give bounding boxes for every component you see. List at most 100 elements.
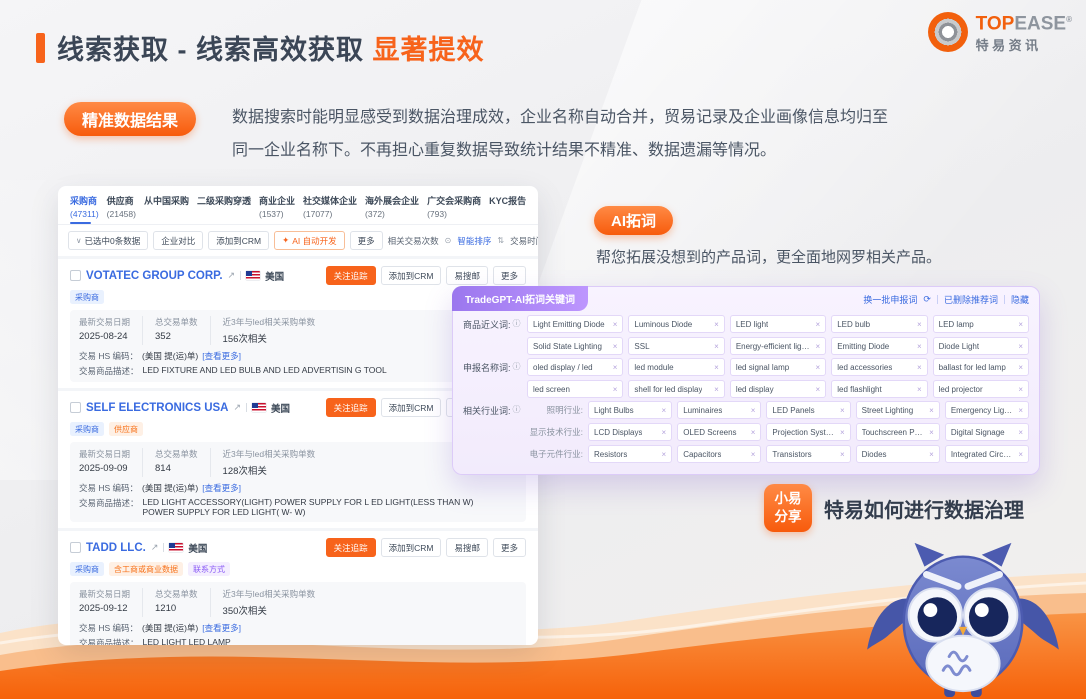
- chip-close-icon[interactable]: ×: [917, 385, 922, 394]
- email-search-button[interactable]: 易搜邮: [446, 266, 488, 285]
- keyword-chip[interactable]: LED Panels ×: [766, 401, 850, 419]
- chip-close-icon[interactable]: ×: [816, 385, 821, 394]
- chip-close-icon[interactable]: ×: [1018, 320, 1023, 329]
- chip-close-icon[interactable]: ×: [816, 363, 821, 372]
- keyword-chip[interactable]: Capacitors ×: [677, 445, 761, 463]
- chip-close-icon[interactable]: ×: [714, 363, 719, 372]
- follow-track-button[interactable]: 关注追踪: [326, 266, 376, 285]
- keyword-chip[interactable]: Diode Light ×: [933, 337, 1029, 355]
- company-name-link[interactable]: TADD LLC.: [86, 542, 146, 554]
- chip-close-icon[interactable]: ×: [929, 450, 934, 459]
- chip-close-icon[interactable]: ×: [613, 363, 618, 372]
- keyword-chip[interactable]: Resistors ×: [588, 445, 672, 463]
- chip-close-icon[interactable]: ×: [1018, 385, 1023, 394]
- keyword-chip[interactable]: LED lamp ×: [933, 315, 1029, 333]
- keyword-chip[interactable]: ballast for led lamp ×: [933, 358, 1029, 376]
- company-name-link[interactable]: VOTATEC GROUP CORP.: [86, 270, 223, 282]
- sort-related-label[interactable]: 相关交易次数: [388, 235, 439, 247]
- keyword-chip[interactable]: Solid State Lighting ×: [527, 337, 623, 355]
- keyword-chip[interactable]: led signal lamp ×: [730, 358, 826, 376]
- keyword-chip[interactable]: LED bulb ×: [831, 315, 927, 333]
- keyword-chip[interactable]: Touchscreen Panels ×: [856, 423, 940, 441]
- chip-close-icon[interactable]: ×: [816, 320, 821, 329]
- chip-close-icon[interactable]: ×: [714, 320, 719, 329]
- keyword-chip[interactable]: oled display / led ×: [527, 358, 623, 376]
- chip-close-icon[interactable]: ×: [751, 450, 756, 459]
- chip-close-icon[interactable]: ×: [1018, 450, 1023, 459]
- chip-close-icon[interactable]: ×: [662, 428, 667, 437]
- ai-auto-develop-button[interactable]: ✦ AI 自动开发: [274, 231, 345, 250]
- keyword-chip[interactable]: led projector ×: [933, 380, 1029, 398]
- result-tab[interactable]: 供应商 (21458): [107, 194, 136, 224]
- follow-track-button[interactable]: 关注追踪: [326, 398, 376, 417]
- chip-close-icon[interactable]: ×: [662, 450, 667, 459]
- keyword-chip[interactable]: Luminous Diode ×: [628, 315, 724, 333]
- result-tab[interactable]: 广交会采购商 (793): [427, 194, 481, 224]
- company-name-link[interactable]: SELF ELECTRONICS USA: [86, 402, 228, 414]
- chip-close-icon[interactable]: ×: [917, 320, 922, 329]
- result-tab[interactable]: 采购商 (47311): [70, 194, 99, 224]
- result-tab[interactable]: KYC报告: [489, 194, 526, 224]
- chip-close-icon[interactable]: ×: [613, 385, 618, 394]
- chip-close-icon[interactable]: ×: [917, 342, 922, 351]
- more-button[interactable]: 更多: [350, 231, 383, 250]
- more-button[interactable]: 更多: [493, 266, 526, 285]
- row-checkbox[interactable]: [70, 402, 81, 413]
- chip-close-icon[interactable]: ×: [613, 342, 618, 351]
- keyword-chip[interactable]: led accessories ×: [831, 358, 927, 376]
- keyword-chip[interactable]: Luminaires ×: [677, 401, 761, 419]
- row-checkbox[interactable]: [70, 270, 81, 281]
- external-link-icon[interactable]: ↗: [228, 270, 236, 281]
- chip-close-icon[interactable]: ×: [714, 342, 719, 351]
- external-link-icon[interactable]: ↗: [151, 542, 159, 553]
- chip-close-icon[interactable]: ×: [662, 406, 667, 415]
- add-to-crm-button[interactable]: 添加到CRM: [381, 398, 442, 417]
- keyword-chip[interactable]: Diodes ×: [856, 445, 940, 463]
- result-tab[interactable]: 海外展会企业 (372): [365, 194, 419, 224]
- add-to-crm-button[interactable]: 添加到CRM: [381, 266, 442, 285]
- chip-close-icon[interactable]: ×: [751, 428, 756, 437]
- add-to-crm-button[interactable]: 添加到CRM: [381, 538, 442, 557]
- compare-button[interactable]: 企业对比: [153, 231, 203, 250]
- sort-time-button[interactable]: 交易时间: [510, 235, 538, 247]
- chip-close-icon[interactable]: ×: [840, 406, 845, 415]
- keyword-chip[interactable]: Emitting Diode ×: [831, 337, 927, 355]
- keyword-chip[interactable]: Digital Signage ×: [945, 423, 1029, 441]
- keyword-chip[interactable]: led display ×: [730, 380, 826, 398]
- view-more-link[interactable]: [查看更多]: [202, 482, 241, 494]
- refresh-batch-link[interactable]: 换一批申报词: [863, 293, 917, 306]
- keyword-chip[interactable]: Transistors ×: [766, 445, 850, 463]
- keyword-chip[interactable]: Light Emitting Diode ×: [527, 315, 623, 333]
- deleted-words-link[interactable]: 已删除推荐词: [944, 293, 998, 306]
- keyword-chip[interactable]: Street Lighting ×: [856, 401, 940, 419]
- view-more-link[interactable]: [查看更多]: [202, 350, 241, 362]
- keyword-chip[interactable]: Emergency Lighting ×: [945, 401, 1029, 419]
- keyword-chip[interactable]: Projection Systems ×: [766, 423, 850, 441]
- result-tab[interactable]: 二级采购穿透: [197, 194, 251, 224]
- chip-close-icon[interactable]: ×: [751, 406, 756, 415]
- keyword-chip[interactable]: shell for led display ×: [628, 380, 724, 398]
- add-to-crm-button[interactable]: 添加到CRM: [208, 231, 269, 250]
- refresh-icon[interactable]: ⟳: [923, 294, 931, 305]
- chip-close-icon[interactable]: ×: [917, 363, 922, 372]
- chip-close-icon[interactable]: ×: [840, 450, 845, 459]
- chip-close-icon[interactable]: ×: [929, 428, 934, 437]
- chip-close-icon[interactable]: ×: [1018, 428, 1023, 437]
- result-tab[interactable]: 从中国采购: [144, 194, 189, 224]
- view-more-link[interactable]: [查看更多]: [202, 622, 241, 634]
- selected-count-dropdown[interactable]: ∨ 已选中0条数据: [68, 231, 148, 250]
- keyword-chip[interactable]: SSL ×: [628, 337, 724, 355]
- external-link-icon[interactable]: ↗: [233, 402, 241, 413]
- result-tab[interactable]: 社交媒体企业 (17077): [303, 194, 357, 224]
- keyword-chip[interactable]: Integrated Circuits ×: [945, 445, 1029, 463]
- keyword-chip[interactable]: LCD Displays ×: [588, 423, 672, 441]
- keyword-chip[interactable]: Light Bulbs ×: [588, 401, 672, 419]
- more-button[interactable]: 更多: [493, 538, 526, 557]
- follow-track-button[interactable]: 关注追踪: [326, 538, 376, 557]
- chip-close-icon[interactable]: ×: [1018, 406, 1023, 415]
- chip-close-icon[interactable]: ×: [1018, 342, 1023, 351]
- keyword-chip[interactable]: led screen ×: [527, 380, 623, 398]
- keyword-chip[interactable]: led module ×: [628, 358, 724, 376]
- keyword-chip[interactable]: Energy-efficient lighti... ×: [730, 337, 826, 355]
- keyword-chip[interactable]: OLED Screens ×: [677, 423, 761, 441]
